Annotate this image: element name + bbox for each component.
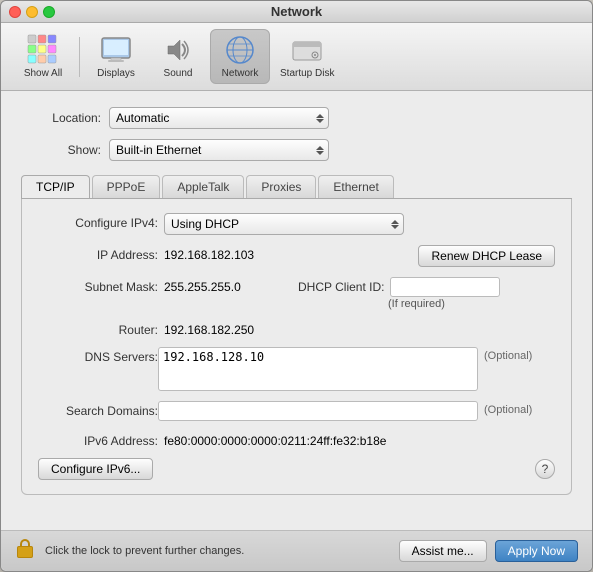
show-all-icon xyxy=(27,34,59,66)
router-label: Router: xyxy=(38,320,158,337)
subnet-mask-value: 255.255.255.0 xyxy=(158,277,288,294)
toolbar-startup-disk[interactable]: Startup Disk xyxy=(272,30,342,83)
location-row: Location: Automatic xyxy=(21,107,572,129)
dns-servers-row: DNS Servers: (Optional) xyxy=(38,347,555,391)
search-domains-row: Search Domains: (Optional) xyxy=(38,401,555,421)
minimize-button[interactable] xyxy=(26,6,38,18)
search-domains-input[interactable] xyxy=(158,401,478,421)
help-button[interactable]: ? xyxy=(535,459,555,479)
arrow-up-icon xyxy=(391,220,399,224)
ip-address-row: IP Address: 192.168.182.103 Renew DHCP L… xyxy=(38,245,555,267)
main-content: Location: Automatic Show: Built-in Ether… xyxy=(1,91,592,530)
dns-servers-label: DNS Servers: xyxy=(38,347,158,364)
tab-proxies[interactable]: Proxies xyxy=(246,175,316,198)
bottom-bar: Click the lock to prevent further change… xyxy=(1,530,592,571)
window-title: Network xyxy=(271,4,322,19)
location-select-arrow xyxy=(316,113,324,124)
renew-dhcp-button[interactable]: Renew DHCP Lease xyxy=(418,245,555,267)
tab-pppoe[interactable]: PPPoE xyxy=(92,175,161,198)
toolbar-sound[interactable]: Sound xyxy=(148,30,208,83)
show-select[interactable]: Built-in Ethernet xyxy=(109,139,329,161)
bottom-buttons: Assist me... Apply Now xyxy=(399,540,578,562)
network-icon xyxy=(224,34,256,66)
ipv6-address-row: IPv6 Address: fe80:0000:0000:0000:0211:2… xyxy=(38,431,555,448)
tab-ethernet[interactable]: Ethernet xyxy=(318,175,393,198)
maximize-button[interactable] xyxy=(43,6,55,18)
show-all-label: Show All xyxy=(24,68,62,79)
dns-optional-text: (Optional) xyxy=(478,347,532,362)
arrow-down-icon xyxy=(391,225,399,229)
dhcp-client-id-input[interactable] xyxy=(390,277,500,297)
lock-message: Click the lock to prevent further change… xyxy=(45,545,389,557)
ip-address-label: IP Address: xyxy=(38,245,158,262)
system-preferences-window: Network Show All xyxy=(0,0,593,572)
configure-ipv4-row: Configure IPv4: Using DHCP xyxy=(38,213,555,235)
configure-ipv6-button[interactable]: Configure IPv6... xyxy=(38,458,153,480)
startup-disk-icon xyxy=(291,34,323,66)
dhcp-required-text: (If required) xyxy=(298,298,500,310)
sound-label: Sound xyxy=(164,68,193,79)
location-select[interactable]: Automatic xyxy=(109,107,329,129)
toolbar-displays[interactable]: Displays xyxy=(86,30,146,83)
toolbar-show-all[interactable]: Show All xyxy=(13,30,73,83)
configure-ipv6-row: Configure IPv6... ? xyxy=(38,458,555,480)
apply-now-button[interactable]: Apply Now xyxy=(495,540,578,562)
displays-icon xyxy=(100,34,132,66)
displays-label: Displays xyxy=(97,68,135,79)
tab-bar: TCP/IP PPPoE AppleTalk Proxies Ethernet xyxy=(21,175,572,199)
configure-ipv4-select[interactable]: Using DHCP xyxy=(164,213,404,235)
close-button[interactable] xyxy=(9,6,21,18)
lock-body xyxy=(17,546,33,558)
show-label: Show: xyxy=(21,143,101,157)
network-label: Network xyxy=(222,68,259,79)
tabs-container: TCP/IP PPPoE AppleTalk Proxies Ethernet … xyxy=(21,171,572,495)
configure-ipv4-label: Configure IPv4: xyxy=(38,213,158,230)
configure-ipv4-arrow xyxy=(391,219,399,230)
toolbar-separator-1 xyxy=(79,37,80,77)
ipv6-address-label: IPv6 Address: xyxy=(38,431,158,448)
toolbar-network[interactable]: Network xyxy=(210,29,270,84)
dns-servers-input[interactable] xyxy=(158,347,478,391)
search-domains-label: Search Domains: xyxy=(38,401,158,418)
show-select-arrow xyxy=(316,145,324,156)
titlebar: Network xyxy=(1,1,592,23)
lock-shackle xyxy=(20,539,30,546)
sound-icon xyxy=(162,34,194,66)
ipv6-address-value: fe80:0000:0000:0000:0211:24ff:fe32:b18e xyxy=(158,431,386,448)
ip-address-value: 192.168.182.103 xyxy=(158,245,418,262)
titlebar-buttons xyxy=(9,6,55,18)
subnet-mask-label: Subnet Mask: xyxy=(38,277,158,294)
dhcp-client-id-label: DHCP Client ID: xyxy=(298,280,384,294)
arrow-down-icon xyxy=(316,151,324,155)
tab-tcp-ip[interactable]: TCP/IP xyxy=(21,175,90,198)
assist-me-button[interactable]: Assist me... xyxy=(399,540,487,562)
tcp-ip-panel: Configure IPv4: Using DHCP IP Addres xyxy=(21,199,572,495)
arrow-up-icon xyxy=(316,114,324,118)
location-label: Location: xyxy=(21,111,101,125)
search-optional-text: (Optional) xyxy=(478,401,532,416)
show-row: Show: Built-in Ethernet xyxy=(21,139,572,161)
startup-disk-label: Startup Disk xyxy=(280,68,334,79)
toolbar: Show All Displays S xyxy=(1,23,592,91)
tab-appletalk[interactable]: AppleTalk xyxy=(162,175,244,198)
arrow-down-icon xyxy=(316,119,324,123)
router-value: 192.168.182.250 xyxy=(158,320,254,337)
lock-icon[interactable] xyxy=(15,539,35,563)
router-row: Router: 192.168.182.250 xyxy=(38,320,555,337)
arrow-up-icon xyxy=(316,146,324,150)
subnet-mask-row: Subnet Mask: 255.255.255.0 DHCP Client I… xyxy=(38,277,555,310)
